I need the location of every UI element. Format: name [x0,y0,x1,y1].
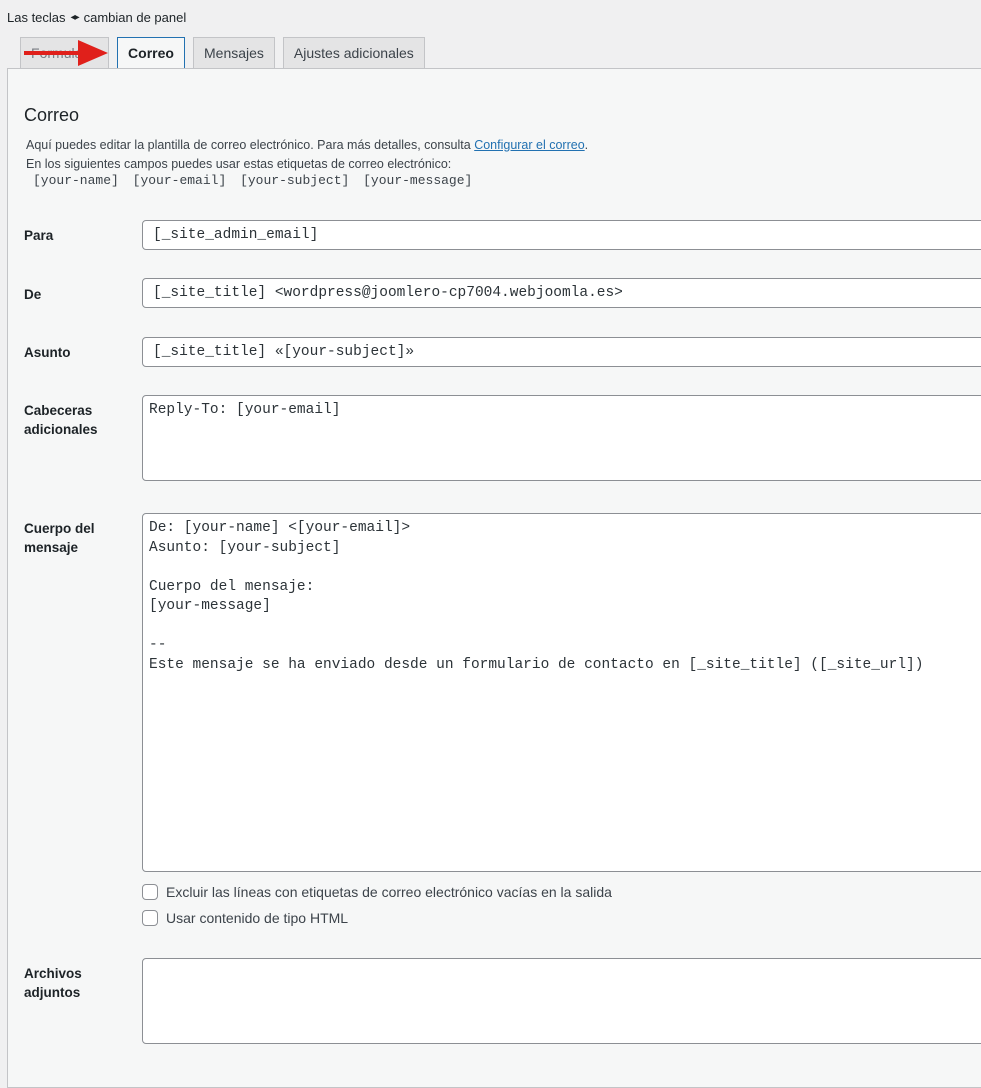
subject-field[interactable]: [_site_title] «[your-subject]» [142,337,981,367]
exclude-blank-label: Excluir las líneas con etiquetas de corr… [166,884,612,900]
attachments-textarea[interactable] [142,958,981,1044]
exclude-blank-checkbox[interactable] [142,884,158,900]
headers-textarea[interactable]: Reply-To: [your-email] [142,395,981,481]
configure-mail-link[interactable]: Configurar el correo [474,138,584,152]
attachments-label: Archivos adjuntos [24,966,82,1000]
body-textarea[interactable]: De: [your-name] <[your-email]> Asunto: [… [142,513,981,872]
mail-panel: Correo Aquí puedes editar la plantilla d… [7,68,981,1088]
hint-prefix: Las teclas [7,10,66,25]
use-html-checkbox[interactable] [142,910,158,926]
tag-your-name: [your-name] [33,173,119,188]
desc-line2: En los siguientes campos puedes usar est… [26,157,452,171]
tab-messages[interactable]: Mensajes [193,37,275,68]
panel-title: Correo [24,105,80,125]
body-label: Cuerpo del mensaje [24,521,95,555]
arrows-icon: ◂▸ [70,12,80,23]
tag-your-email: [your-email] [132,173,227,188]
panel-hint: Las teclas ◂▸ cambian de panel [7,10,186,26]
to-field[interactable]: [_site_admin_email] [142,220,981,250]
from-label: De [24,287,42,302]
desc-suffix: . [584,138,589,152]
tag-your-subject: [your-subject] [240,173,350,188]
headers-label: Cabeceras adicionales [24,403,98,437]
panel-description: Aquí puedes editar la plantilla de corre… [26,136,588,174]
red-arrow-icon [24,40,108,66]
tab-additional-settings[interactable]: Ajustes adicionales [282,37,425,68]
desc-text: Aquí puedes editar la plantilla de corre… [26,138,475,152]
hint-suffix: cambian de panel [83,10,187,25]
subject-label: Asunto [24,345,71,360]
use-html-option[interactable]: Usar contenido de tipo HTML [142,910,348,926]
exclude-blank-option[interactable]: Excluir las líneas con etiquetas de corr… [142,884,612,900]
use-html-label: Usar contenido de tipo HTML [166,910,349,926]
tab-mail[interactable]: Correo [117,37,185,69]
to-label: Para [24,228,54,243]
from-field[interactable]: [_site_title] <wordpress@joomlero-cp7004… [142,278,981,308]
tag-your-message: [your-message] [363,173,473,188]
mail-tags: [your-name] [your-email] [your-subject] … [33,173,477,188]
